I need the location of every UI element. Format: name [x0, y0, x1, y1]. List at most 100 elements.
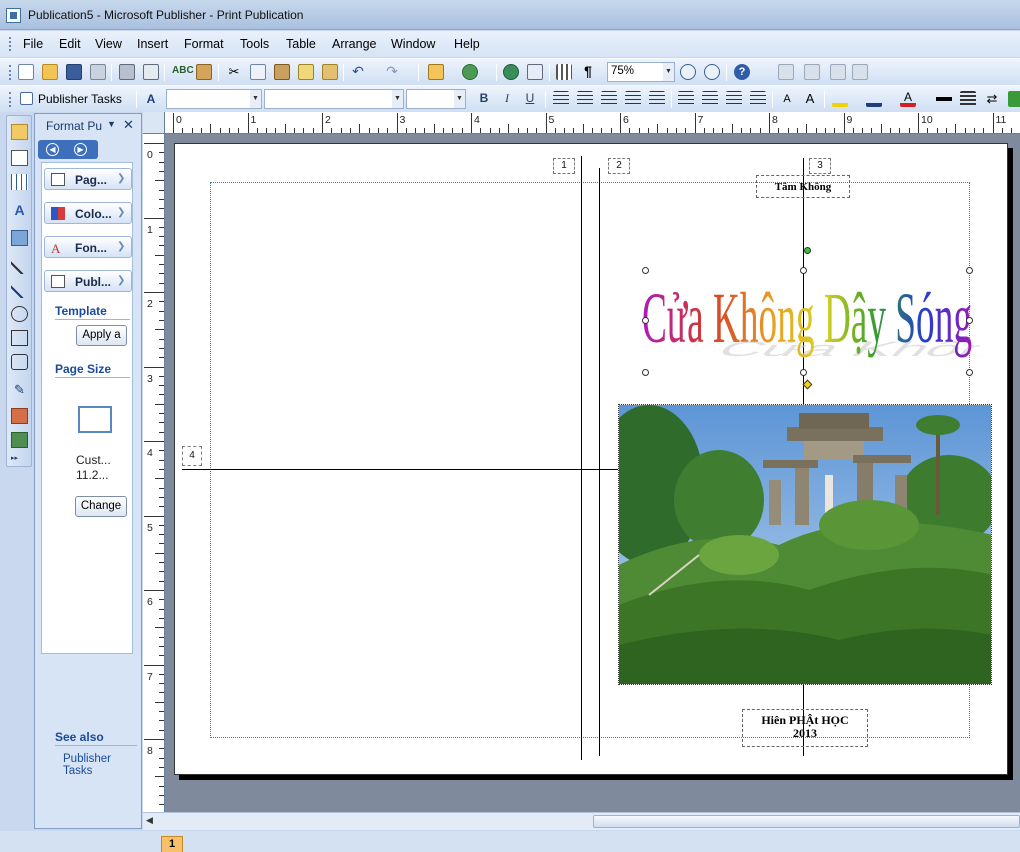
ruler-guide-vertical[interactable] — [581, 156, 582, 760]
chevron-down-icon[interactable]: ▼ — [663, 63, 674, 81]
chevron-down-icon[interactable]: ▼ — [107, 119, 116, 129]
scrollbar-thumb[interactable] — [593, 815, 1020, 828]
redo-icon[interactable]: ↷ — [384, 64, 400, 80]
brush-icon[interactable] — [322, 64, 338, 80]
hot-spot-icon[interactable]: ✎ — [11, 382, 28, 398]
publisher-tasks-icon[interactable] — [20, 92, 33, 105]
text-box-icon[interactable] — [11, 150, 28, 166]
zoom-out-icon[interactable] — [680, 64, 696, 80]
resize-handle[interactable] — [642, 317, 649, 324]
scroll-left-icon[interactable]: ◀ — [146, 815, 153, 826]
zoom-in-icon[interactable] — [704, 64, 720, 80]
insert-hyperlink-icon[interactable] — [503, 64, 519, 80]
arrow-style-icon[interactable]: ⇄ — [984, 91, 1000, 107]
menu-insert[interactable]: Insert — [137, 37, 168, 51]
toolbar-grip[interactable] — [9, 92, 12, 107]
print-preview-icon[interactable] — [143, 64, 159, 80]
increase-font-icon[interactable]: A — [802, 91, 818, 107]
more-buttons-icon[interactable]: ▸▸ — [11, 454, 28, 462]
permission-icon[interactable] — [90, 64, 106, 80]
menu-grip[interactable] — [9, 37, 12, 51]
menu-view[interactable]: View — [95, 37, 122, 51]
resize-handle[interactable] — [642, 369, 649, 376]
zoom-select[interactable]: 75% ▼ — [607, 62, 675, 82]
bring-forward-icon[interactable] — [428, 64, 444, 80]
section-color-schemes[interactable]: Colo... ❯ — [44, 202, 132, 224]
decrease-indent-icon[interactable] — [726, 91, 742, 107]
paste-icon[interactable] — [274, 64, 290, 80]
paragraph-mark-icon[interactable]: ¶ — [580, 64, 596, 80]
font-size-select[interactable]: ▼ — [406, 89, 466, 109]
rotate-handle[interactable] — [804, 247, 811, 254]
page-navigator-tab[interactable]: 1 — [161, 836, 183, 852]
line-spacing-icon[interactable] — [649, 91, 665, 107]
table-icon[interactable] — [11, 174, 28, 190]
footer-text-box[interactable]: Hiên PHẬt HỌC 2013 — [742, 709, 868, 747]
menu-table[interactable]: Table — [286, 37, 316, 51]
align-center-icon[interactable] — [577, 91, 593, 107]
new-icon[interactable] — [18, 64, 34, 80]
chevron-down-icon[interactable]: ▼ — [392, 90, 403, 108]
font-color-icon[interactable]: A — [900, 91, 916, 107]
resize-handle[interactable] — [800, 267, 807, 274]
style-select[interactable]: ▼ — [166, 89, 262, 109]
menu-file[interactable]: File — [23, 37, 43, 51]
autoshapes-icon[interactable] — [11, 354, 28, 370]
numbering-icon[interactable] — [678, 91, 694, 107]
back-icon[interactable]: ◀ — [46, 143, 59, 156]
shadow-style-icon[interactable] — [1008, 91, 1020, 107]
align-left-icon[interactable] — [553, 91, 569, 107]
horizontal-scrollbar[interactable]: ◀ — [143, 812, 1020, 830]
save-icon[interactable] — [66, 64, 82, 80]
section-font-schemes[interactable]: A Fon... ❯ — [44, 236, 132, 258]
frame-icon[interactable] — [852, 64, 868, 80]
page-size-thumbnail[interactable] — [78, 406, 112, 433]
print-icon[interactable] — [119, 64, 135, 80]
columns-icon[interactable] — [556, 64, 572, 80]
increase-indent-icon[interactable] — [750, 91, 766, 107]
change-page-size-button[interactable]: Change — [75, 496, 127, 517]
underline-button[interactable]: U — [522, 91, 538, 105]
undo-icon[interactable]: ↶ — [350, 64, 366, 80]
design-gallery-icon[interactable] — [11, 408, 28, 424]
ruler-guide-vertical[interactable] — [599, 168, 600, 756]
menu-format[interactable]: Format — [184, 37, 224, 51]
decrease-font-icon[interactable]: A — [779, 91, 795, 107]
resize-handle[interactable] — [966, 369, 973, 376]
insert-picture-icon[interactable] — [11, 432, 28, 448]
align-right-icon[interactable] — [601, 91, 617, 107]
line-color-icon[interactable] — [866, 91, 882, 107]
chevron-down-icon[interactable]: ▼ — [454, 90, 465, 108]
menu-tools[interactable]: Tools — [240, 37, 269, 51]
link-icon[interactable] — [778, 64, 794, 80]
horizontal-ruler[interactable]: 0 1 2 3 4 5 6 7 8 9 10 11 — [165, 112, 1020, 134]
ruler-guide-horizontal[interactable] — [182, 469, 618, 470]
arrow-icon[interactable] — [11, 282, 28, 298]
italic-button[interactable]: I — [499, 91, 515, 106]
picture-icon[interactable] — [830, 64, 846, 80]
vertical-ruler[interactable]: 0 1 2 3 4 5 6 7 8 — [143, 134, 165, 812]
wordart-title[interactable]: Cửa Không Dậy Sóng Cửa Không Dậy Sóng — [640, 262, 1020, 362]
cut-icon[interactable]: ✂ — [226, 64, 242, 80]
styles-icon[interactable]: A — [143, 91, 159, 107]
section-page-options[interactable]: Pag... ❯ — [44, 168, 132, 190]
font-select[interactable]: ▼ — [264, 89, 404, 109]
menu-arrange[interactable]: Arrange — [332, 37, 376, 51]
header-text-box[interactable]: Tâm Không — [756, 175, 850, 198]
apply-template-button[interactable]: Apply a — [76, 325, 127, 346]
resize-handle[interactable] — [642, 267, 649, 274]
section-publication-options[interactable]: Publ... ❯ — [44, 270, 132, 292]
toolbar-grip[interactable] — [9, 65, 12, 80]
wordart-icon[interactable]: A — [11, 202, 28, 218]
publisher-app-icon[interactable] — [6, 8, 21, 23]
bold-button[interactable]: B — [476, 91, 492, 105]
task-pane-title[interactable]: Format Pu — [46, 119, 102, 133]
menu-edit[interactable]: Edit — [59, 37, 81, 51]
close-icon[interactable]: ✕ — [123, 117, 134, 133]
fill-color-icon[interactable] — [832, 91, 848, 107]
format-painter-icon[interactable] — [298, 64, 314, 80]
resize-handle[interactable] — [800, 369, 807, 376]
help-icon[interactable]: ? — [734, 64, 750, 80]
chevron-down-icon[interactable]: ▼ — [250, 90, 261, 108]
spelling-icon[interactable]: ABC — [172, 64, 194, 80]
